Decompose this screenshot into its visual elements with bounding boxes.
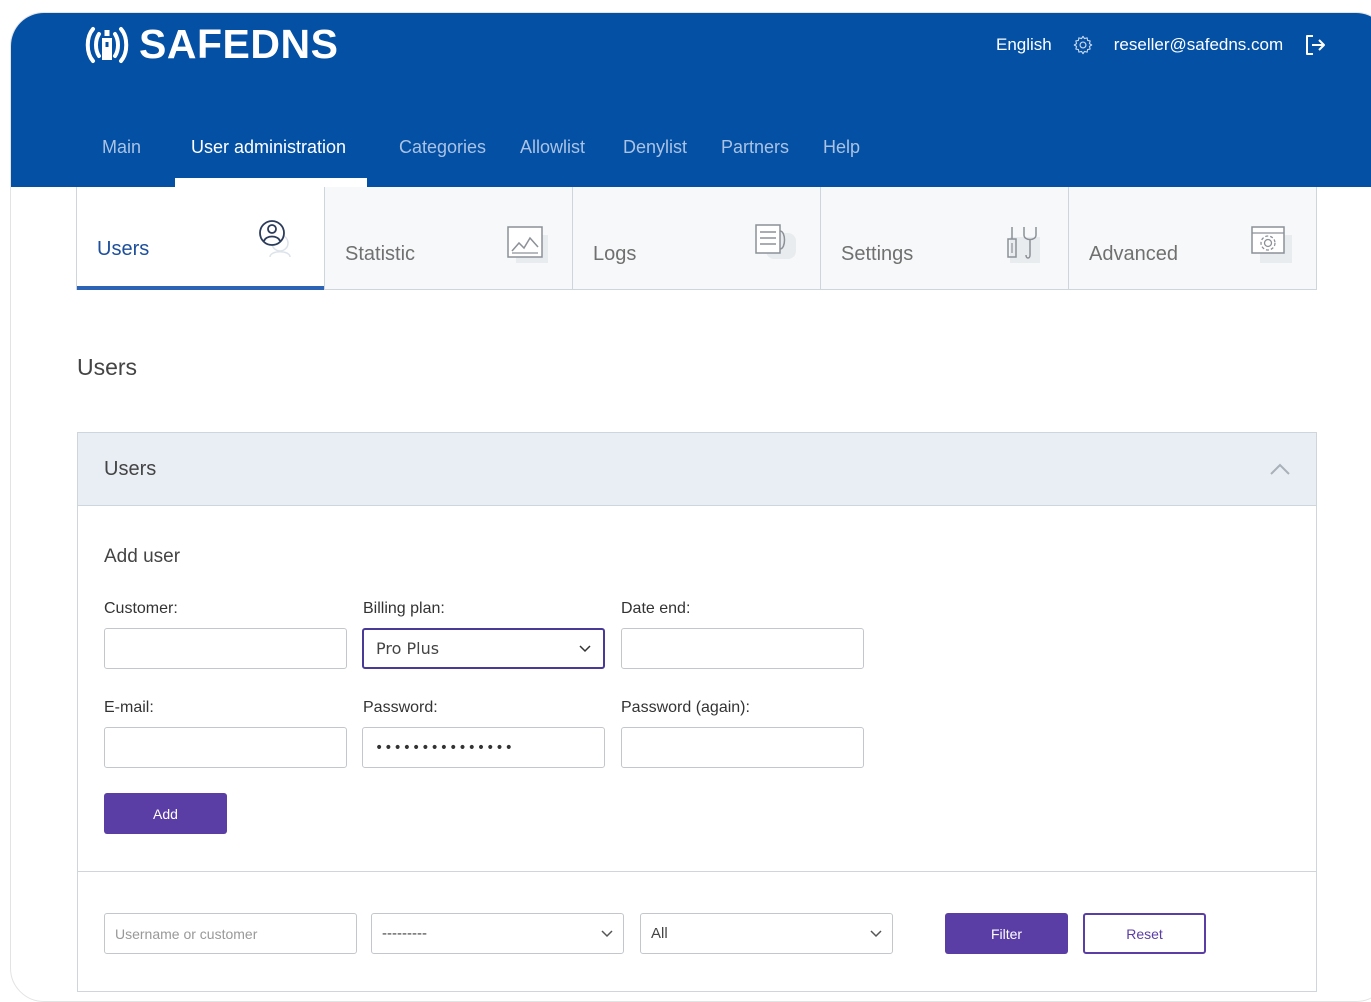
- password-label: Password:: [363, 699, 438, 716]
- safedns-logo-icon: [85, 26, 129, 63]
- logo[interactable]: SAFEDNS: [83, 21, 338, 68]
- statistic-chart-icon: [507, 226, 548, 263]
- nav-categories[interactable]: Categories: [399, 137, 486, 158]
- add-user-button[interactable]: Add: [104, 793, 227, 834]
- date-end-label: Date end:: [621, 600, 691, 617]
- tab-advanced-label: Advanced: [1089, 243, 1178, 265]
- section-divider: [78, 871, 1316, 872]
- nav-help[interactable]: Help: [823, 137, 860, 158]
- tab-logs[interactable]: Logs: [573, 187, 821, 289]
- tab-advanced[interactable]: Advanced: [1069, 187, 1316, 289]
- users-panel: Users Add user Customer: Billing plan: P…: [77, 432, 1317, 992]
- customer-label: Customer:: [104, 600, 178, 617]
- add-user-heading: Add user: [104, 546, 181, 567]
- chevron-down-icon: [870, 929, 882, 937]
- chevron-up-icon[interactable]: [1268, 459, 1292, 479]
- password-input[interactable]: •••••••••••••••: [362, 727, 605, 768]
- password-again-label: Password (again):: [621, 699, 750, 716]
- tab-users-label: Users: [97, 238, 150, 260]
- panel-header[interactable]: Users: [78, 433, 1316, 506]
- page-title: Users: [77, 354, 138, 380]
- tab-statistic[interactable]: Statistic: [325, 187, 573, 289]
- username-search-input[interactable]: Username or customer: [104, 913, 357, 954]
- sub-tabs: Users Statistic Logs Settings Advanced: [76, 187, 1317, 290]
- tab-users[interactable]: Users: [77, 187, 325, 290]
- nav-allowlist[interactable]: Allowlist: [520, 137, 585, 158]
- email-input[interactable]: [104, 727, 347, 768]
- tab-statistic-label: Statistic: [345, 243, 416, 265]
- gear-icon[interactable]: [1072, 34, 1094, 56]
- tab-logs-label: Logs: [593, 243, 637, 265]
- status-filter-value: All: [651, 925, 668, 942]
- logs-icon: [755, 224, 796, 259]
- account-email[interactable]: reseller@safedns.com: [1114, 35, 1283, 55]
- reset-button[interactable]: Reset: [1083, 913, 1206, 954]
- password-again-input[interactable]: [621, 727, 864, 768]
- header: SAFEDNS English reseller@safedns.com Mai…: [11, 13, 1371, 187]
- nav-main[interactable]: Main: [102, 137, 141, 158]
- plan-filter-value: ---------: [382, 925, 427, 942]
- billing-plan-select[interactable]: Pro Plus: [362, 628, 605, 669]
- users-icon: [259, 220, 291, 258]
- chevron-down-icon: [579, 644, 591, 652]
- panel-title: Users: [104, 458, 157, 480]
- account-bar: English reseller@safedns.com: [996, 33, 1327, 57]
- chevron-down-icon: [601, 929, 613, 937]
- brand-name: SAFEDNS: [139, 21, 339, 67]
- tab-settings[interactable]: Settings: [821, 187, 1069, 289]
- app-window: SAFEDNS English reseller@safedns.com Mai…: [10, 12, 1371, 1002]
- email-label: E-mail:: [104, 699, 154, 716]
- advanced-gear-icon: [1251, 226, 1292, 263]
- logout-icon[interactable]: [1303, 33, 1327, 57]
- customer-input[interactable]: [104, 628, 347, 669]
- billing-plan-value: Pro Plus: [376, 639, 440, 658]
- date-end-input[interactable]: [621, 628, 864, 669]
- status-filter-select[interactable]: All: [640, 913, 893, 954]
- plan-filter-select[interactable]: ---------: [371, 913, 624, 954]
- tab-settings-label: Settings: [841, 243, 914, 265]
- settings-tools-icon: [1007, 227, 1040, 263]
- main-nav: Main User administration Categories Allo…: [11, 125, 911, 187]
- filter-button[interactable]: Filter: [945, 913, 1068, 954]
- nav-partners[interactable]: Partners: [721, 137, 789, 158]
- active-nav-indicator: [175, 178, 367, 187]
- nav-denylist[interactable]: Denylist: [623, 137, 687, 158]
- billing-plan-label: Billing plan:: [363, 600, 445, 617]
- nav-user-administration[interactable]: User administration: [191, 137, 346, 158]
- language-switcher[interactable]: English: [996, 35, 1052, 55]
